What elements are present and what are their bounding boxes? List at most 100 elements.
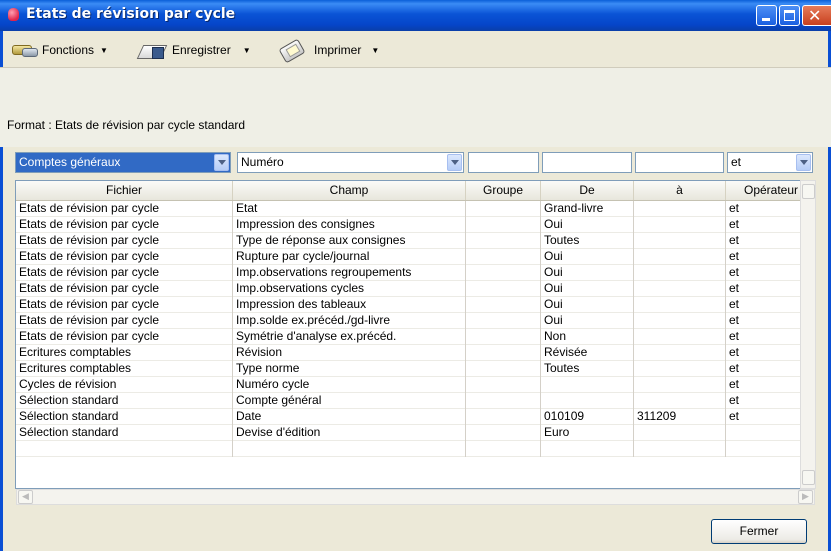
operator-select[interactable]: et (727, 152, 813, 173)
cell-file[interactable]: Etats de révision par cycle (16, 329, 233, 345)
cell-field[interactable]: Impression des tableaux (233, 297, 466, 313)
cell-file[interactable]: Etats de révision par cycle (16, 265, 233, 281)
table-row[interactable]: Etats de révision par cycle Rupture par c… (16, 249, 814, 265)
cell-to[interactable] (634, 217, 726, 233)
cell-field[interactable]: Devise d'édition (233, 425, 466, 441)
close-window-button[interactable]: ✕ (802, 5, 831, 26)
cell-field[interactable]: Impression des consignes (233, 217, 466, 233)
cell-from[interactable]: Oui (541, 297, 634, 313)
save-menu-button[interactable]: Enregistrer ▼ (136, 39, 251, 61)
cell-group[interactable] (466, 377, 541, 393)
cell-field[interactable]: Imp.solde ex.précéd./gd-livre (233, 313, 466, 329)
horizontal-scrollbar[interactable]: ◀ ▶ (16, 489, 815, 505)
cell-to[interactable] (634, 377, 726, 393)
cell-group[interactable] (466, 201, 541, 217)
vertical-scrollbar[interactable] (800, 180, 816, 489)
cell-field[interactable]: Numéro cycle (233, 377, 466, 393)
cell-file[interactable]: Etats de révision par cycle (16, 233, 233, 249)
table-row[interactable]: Etats de révision par cycle Imp.observati… (16, 265, 814, 281)
table-row[interactable]: Sélection standard Compte général et (16, 393, 814, 409)
cell-from[interactable]: Non (541, 329, 634, 345)
print-menu-button[interactable]: Imprimer ▼ (278, 38, 379, 64)
cell-to[interactable] (634, 265, 726, 281)
minimize-button[interactable] (756, 5, 777, 26)
cell-group[interactable] (466, 409, 541, 425)
cell-group[interactable] (466, 361, 541, 377)
table-row[interactable]: Sélection standard Devise d'édition Euro (16, 425, 814, 441)
scroll-right-icon[interactable]: ▶ (798, 490, 813, 504)
cell-to[interactable] (634, 281, 726, 297)
cell-file[interactable]: Ecritures comptables (16, 345, 233, 361)
cell-file[interactable]: Cycles de révision (16, 377, 233, 393)
cell-from[interactable]: Toutes (541, 361, 634, 377)
chevron-down-icon[interactable] (214, 154, 229, 171)
cell-from[interactable]: Oui (541, 249, 634, 265)
cell-group[interactable] (466, 265, 541, 281)
cell-from[interactable]: Oui (541, 281, 634, 297)
cell-group[interactable] (466, 313, 541, 329)
cell-group[interactable] (466, 345, 541, 361)
column-header-field[interactable]: Champ (233, 181, 466, 200)
cell-from[interactable]: Oui (541, 217, 634, 233)
cell-field[interactable]: Etat (233, 201, 466, 217)
cell-file[interactable]: Sélection standard (16, 409, 233, 425)
cell-file[interactable] (16, 441, 233, 457)
chevron-down-icon[interactable] (447, 154, 462, 171)
cell-group[interactable] (466, 441, 541, 457)
cell-from[interactable] (541, 377, 634, 393)
cell-file[interactable]: Etats de révision par cycle (16, 281, 233, 297)
cell-field[interactable]: Type norme (233, 361, 466, 377)
cell-to[interactable] (634, 425, 726, 441)
column-header-from[interactable]: De (541, 181, 634, 200)
scroll-down-icon[interactable] (802, 470, 815, 485)
cell-from[interactable] (541, 441, 634, 457)
scroll-left-icon[interactable]: ◀ (18, 490, 33, 504)
cell-from[interactable]: Oui (541, 265, 634, 281)
cell-to[interactable] (634, 393, 726, 409)
cell-to[interactable]: 311209 (634, 409, 726, 425)
table-row[interactable]: Cycles de révision Numéro cycle et (16, 377, 814, 393)
table-row[interactable]: Ecritures comptables Type norme Toutes et (16, 361, 814, 377)
table-row[interactable]: Etats de révision par cycle Imp.solde ex.… (16, 313, 814, 329)
cell-from[interactable]: Toutes (541, 233, 634, 249)
cell-field[interactable]: Symétrie d'analyse ex.précéd. (233, 329, 466, 345)
table-row[interactable]: Etats de révision par cycle Impression de… (16, 297, 814, 313)
cell-group[interactable] (466, 393, 541, 409)
cell-from[interactable]: Euro (541, 425, 634, 441)
cell-field[interactable]: Imp.observations regroupements (233, 265, 466, 281)
table-row[interactable]: Etats de révision par cycle Type de répon… (16, 233, 814, 249)
cell-field[interactable] (233, 441, 466, 457)
column-header-group[interactable]: Groupe (466, 181, 541, 200)
functions-menu-button[interactable]: Fonctions ▼ (10, 39, 108, 61)
cell-from[interactable]: Grand-livre (541, 201, 634, 217)
criteria-table[interactable]: Fichier Champ Groupe De à Opérateur Etat… (15, 180, 815, 489)
cell-group[interactable] (466, 233, 541, 249)
cell-from[interactable]: 010109 (541, 409, 634, 425)
cell-to[interactable] (634, 329, 726, 345)
table-row[interactable]: Etats de révision par cycle Imp.observati… (16, 281, 814, 297)
column-header-to[interactable]: à (634, 181, 726, 200)
cell-group[interactable] (466, 329, 541, 345)
cell-file[interactable]: Etats de révision par cycle (16, 313, 233, 329)
cell-file[interactable]: Sélection standard (16, 425, 233, 441)
cell-to[interactable] (634, 313, 726, 329)
column-header-file[interactable]: Fichier (16, 181, 233, 200)
cell-field[interactable]: Rupture par cycle/journal (233, 249, 466, 265)
table-row[interactable]: Ecritures comptables Révision Révisée et (16, 345, 814, 361)
cell-file[interactable]: Ecritures comptables (16, 361, 233, 377)
cell-field[interactable]: Type de réponse aux consignes (233, 233, 466, 249)
cell-group[interactable] (466, 281, 541, 297)
table-row[interactable]: Sélection standard Date 010109 311209 et (16, 409, 814, 425)
to-input[interactable] (635, 152, 724, 173)
cell-field[interactable]: Date (233, 409, 466, 425)
table-row[interactable] (16, 441, 814, 457)
cell-file[interactable]: Etats de révision par cycle (16, 201, 233, 217)
cell-file[interactable]: Etats de révision par cycle (16, 217, 233, 233)
cell-file[interactable]: Sélection standard (16, 393, 233, 409)
scroll-up-icon[interactable] (802, 184, 815, 199)
field-select[interactable]: Numéro (237, 152, 464, 173)
cell-field[interactable]: Imp.observations cycles (233, 281, 466, 297)
from-input[interactable] (542, 152, 632, 173)
cell-from[interactable] (541, 393, 634, 409)
table-row[interactable]: Etats de révision par cycle Symétrie d'an… (16, 329, 814, 345)
